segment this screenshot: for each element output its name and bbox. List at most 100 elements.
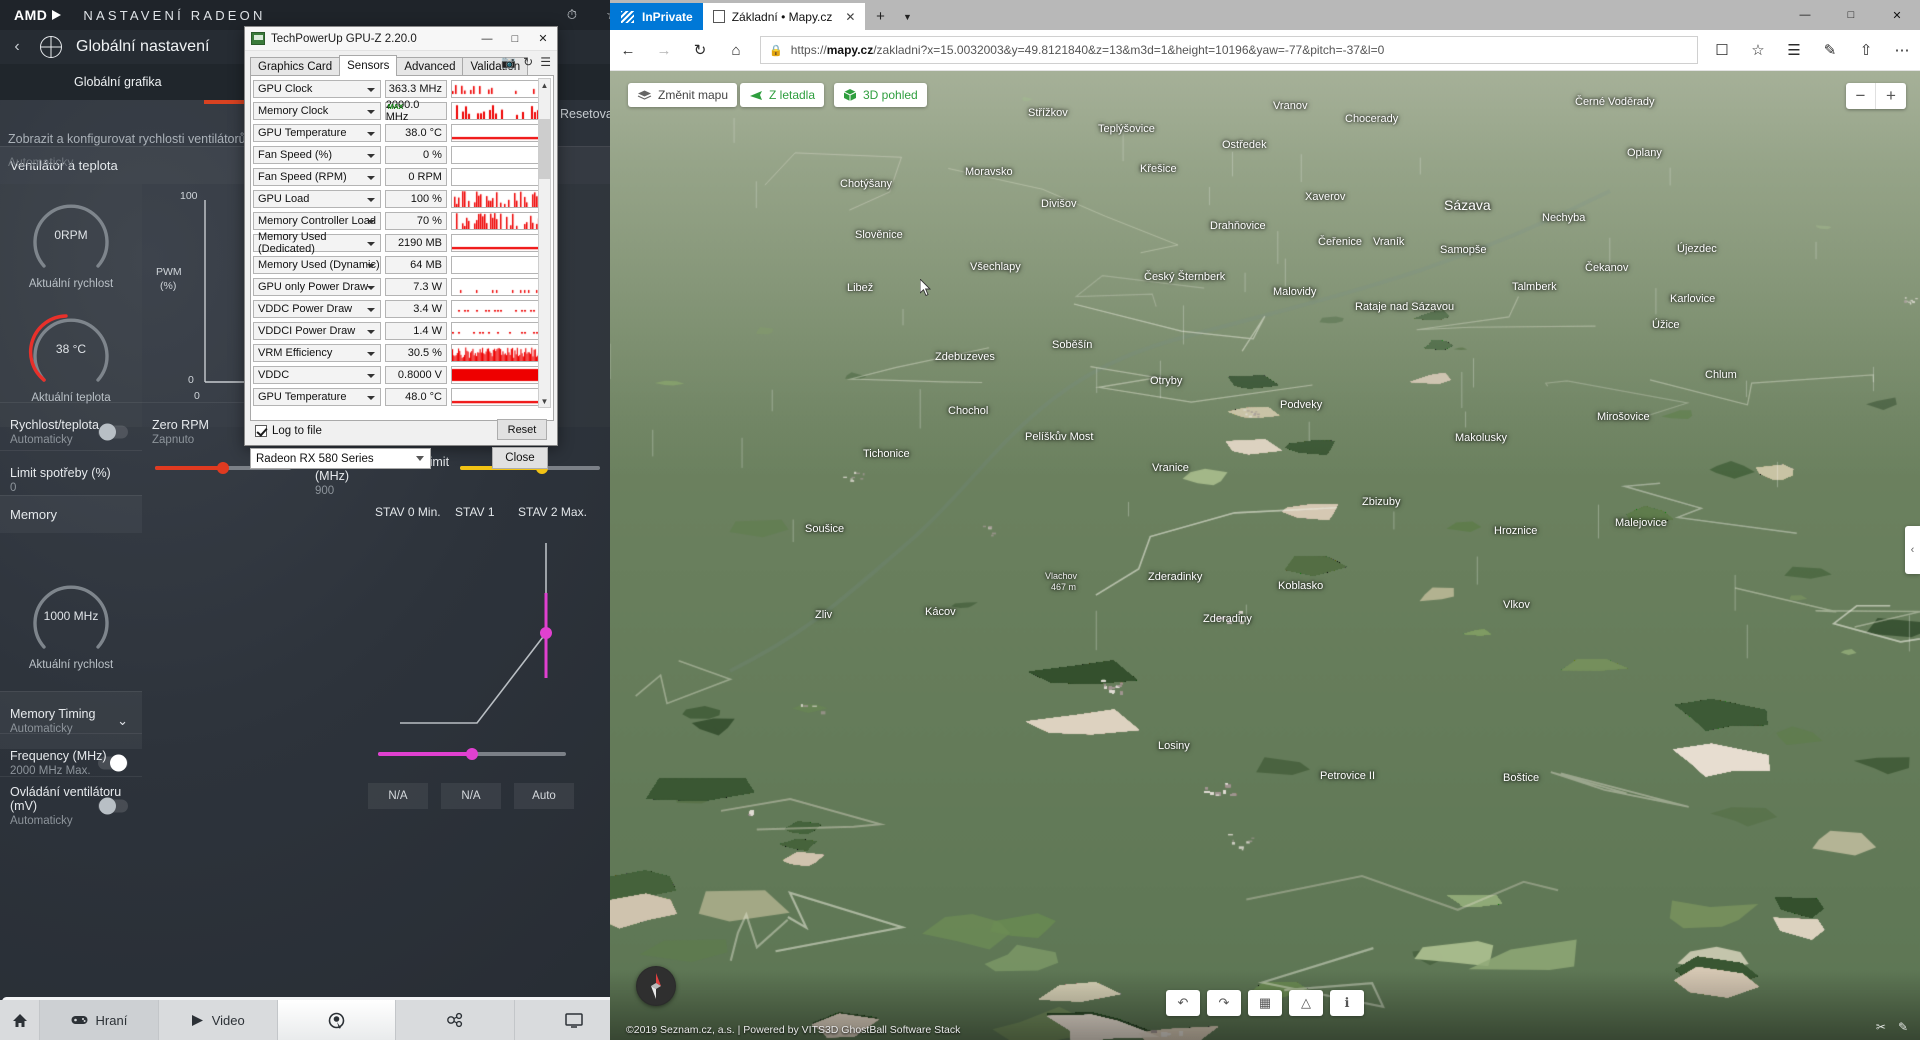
chevron-down-icon[interactable]: ⌄	[117, 713, 128, 729]
gpuz-device-select[interactable]: Radeon RX 580 Series	[250, 448, 431, 469]
state-button-0[interactable]: N/A	[368, 783, 428, 809]
refresh-icon[interactable]: ↻	[523, 55, 533, 69]
sensor-value-text: 70 %	[416, 215, 442, 227]
sensor-name-select[interactable]: Memory Used (Dedicated)	[253, 231, 381, 255]
back-icon[interactable]: ←	[610, 32, 646, 68]
terrain-icon[interactable]: △	[1289, 990, 1323, 1016]
toggle-frequency[interactable]	[98, 754, 128, 771]
sensor-name-select[interactable]: VDDC	[253, 366, 381, 384]
sensor-name-select[interactable]: VDDCI Power Draw	[253, 322, 381, 340]
sensor-name-select[interactable]: Fan Speed (RPM)	[253, 168, 381, 186]
tab-inprivate[interactable]: InPrivate	[610, 3, 703, 30]
sensor-name-label: GPU Clock	[258, 83, 313, 95]
tab-global-graphics[interactable]: Globální grafika	[74, 75, 162, 89]
tab-mapy-cz[interactable]: Základní • Mapy.cz ✕	[702, 3, 866, 30]
sensor-name-select[interactable]: VRM Efficiency	[253, 344, 381, 362]
amd-logo-text: AMD	[14, 7, 48, 23]
sensor-name-select[interactable]: GPU Clock	[253, 80, 381, 98]
sensor-name-select[interactable]: GPU Temperature	[253, 124, 381, 142]
sensor-graph	[450, 80, 541, 98]
new-tab-button[interactable]: +	[865, 3, 895, 30]
sensor-name-select[interactable]: Memory Controller Load	[253, 212, 381, 230]
gpuz-close-icon[interactable]: ✕	[529, 27, 557, 51]
map-button-aerial[interactable]: Z letadla	[740, 83, 825, 107]
address-bar[interactable]: 🔒 https://mapy.cz/zakladni?x=15.0032003&…	[760, 36, 1698, 64]
log-to-file-row[interactable]: Log to file	[255, 425, 322, 437]
bottom-nav-relive[interactable]	[277, 1000, 397, 1040]
sensor-name-select[interactable]: VDDC Power Draw	[253, 300, 381, 318]
pencil-icon[interactable]: ✎	[1898, 1020, 1908, 1034]
toggle-fan-control[interactable]	[98, 797, 128, 814]
sensor-value: 3.4 W	[384, 300, 447, 318]
camera-icon[interactable]: 📷	[501, 55, 516, 69]
more-icon[interactable]: ⋯	[1884, 32, 1920, 68]
back-icon[interactable]: ‹	[0, 38, 34, 56]
reading-view-icon[interactable]: ☐	[1704, 32, 1740, 68]
amd-logo-arrow-icon	[52, 10, 62, 20]
grid-icon[interactable]: ▦	[1248, 990, 1282, 1016]
refresh-icon[interactable]: ↻	[682, 32, 718, 68]
measure-icon[interactable]: ✂	[1876, 1020, 1886, 1034]
gpuz-titlebar[interactable]: TechPowerUp GPU-Z 2.20.0 — □ ✕	[245, 27, 557, 51]
edge-maximize-icon[interactable]: □	[1828, 0, 1874, 30]
hub-icon[interactable]: ☰	[1776, 32, 1812, 68]
favorites-icon[interactable]: ☆	[1740, 32, 1776, 68]
scroll-up-icon[interactable]: ▲	[539, 79, 550, 91]
zoom-in-button[interactable]: +	[1876, 83, 1906, 109]
rotate-right-icon[interactable]: ↷	[1207, 990, 1241, 1016]
edge-close-icon[interactable]: ✕	[1874, 0, 1920, 30]
reset-button[interactable]: Resetovat	[560, 107, 616, 121]
rotate-left-icon[interactable]: ↶	[1166, 990, 1200, 1016]
map-button-change-map[interactable]: Změnit mapu	[628, 83, 738, 107]
tab-graphics-card[interactable]: Graphics Card	[250, 57, 341, 76]
slider-frequency[interactable]	[378, 748, 566, 760]
sensor-name-select[interactable]: Fan Speed (%)	[253, 146, 381, 164]
log-to-file-checkbox[interactable]	[255, 425, 267, 437]
gpuz-close-button[interactable]: Close	[492, 447, 548, 469]
sensor-list-scrollbar[interactable]: ▲ ▼	[538, 78, 551, 408]
edge-minimize-icon[interactable]: —	[1782, 0, 1828, 30]
sensor-name-select[interactable]: GPU only Power Draw	[253, 278, 381, 296]
gpuz-minimize-icon[interactable]: —	[473, 27, 501, 51]
sensor-name-select[interactable]: Memory Clock	[253, 102, 381, 120]
zoom-out-button[interactable]: −	[1846, 83, 1876, 109]
home-icon[interactable]: ⌂	[718, 32, 754, 68]
toggle-fan-speed-temp[interactable]	[98, 423, 128, 440]
map-viewport[interactable]: Chotýšany Moravsko Slověnice Divišov Libež Vš…	[610, 71, 1920, 1040]
chevron-down-icon	[416, 456, 424, 461]
sensor-name-label: GPU Temperature	[258, 391, 347, 403]
tab-advanced[interactable]: Advanced	[396, 57, 464, 76]
row-fan-control-mv[interactable]: Ovládání ventilátoru (mV) Automaticky	[0, 776, 142, 834]
sensor-name-select[interactable]: GPU Load	[253, 190, 381, 208]
bottom-nav-connect[interactable]	[396, 1000, 516, 1040]
bottom-nav-video[interactable]: Video	[159, 1000, 278, 1040]
scroll-down-icon[interactable]: ▼	[539, 395, 550, 407]
share-icon[interactable]: ⇧	[1848, 32, 1884, 68]
gamepad-icon	[71, 1016, 88, 1024]
gpuz-maximize-icon[interactable]: □	[501, 27, 529, 51]
sensor-name-label: Fan Speed (RPM)	[258, 171, 347, 183]
state-button-1[interactable]: N/A	[441, 783, 501, 809]
info-icon[interactable]: ℹ	[1330, 990, 1364, 1016]
bottom-nav-home[interactable]	[0, 1000, 40, 1040]
bottom-nav-gaming[interactable]: Hraní	[40, 1000, 159, 1040]
tab-close-icon[interactable]: ✕	[845, 10, 855, 24]
side-panel-handle[interactable]: ‹	[1905, 526, 1920, 574]
scroll-thumb[interactable]	[539, 119, 550, 179]
map-canvas[interactable]	[610, 71, 1920, 1040]
menu-icon[interactable]: ☰	[540, 55, 551, 69]
notes-icon[interactable]: ✎	[1812, 32, 1848, 68]
forward-icon[interactable]: →	[646, 32, 682, 68]
sensor-value: 0.8000 V	[384, 366, 447, 384]
chevron-down-icon[interactable]: ▼	[895, 3, 919, 30]
sensor-name-select[interactable]: Memory Used (Dynamic)	[253, 256, 381, 274]
gpuz-reset-button[interactable]: Reset	[497, 419, 547, 440]
sensor-name-select[interactable]: GPU Temperature	[253, 388, 381, 406]
compass-icon[interactable]	[636, 966, 676, 1006]
tab-sensors[interactable]: Sensors	[339, 55, 398, 76]
state-button-2[interactable]: Auto	[514, 783, 574, 809]
sensor-graph	[450, 278, 541, 296]
sensor-graph	[450, 190, 541, 208]
map-button-3d-view[interactable]: 3D pohled	[834, 83, 927, 107]
history-icon[interactable]: ⏱	[552, 0, 592, 30]
